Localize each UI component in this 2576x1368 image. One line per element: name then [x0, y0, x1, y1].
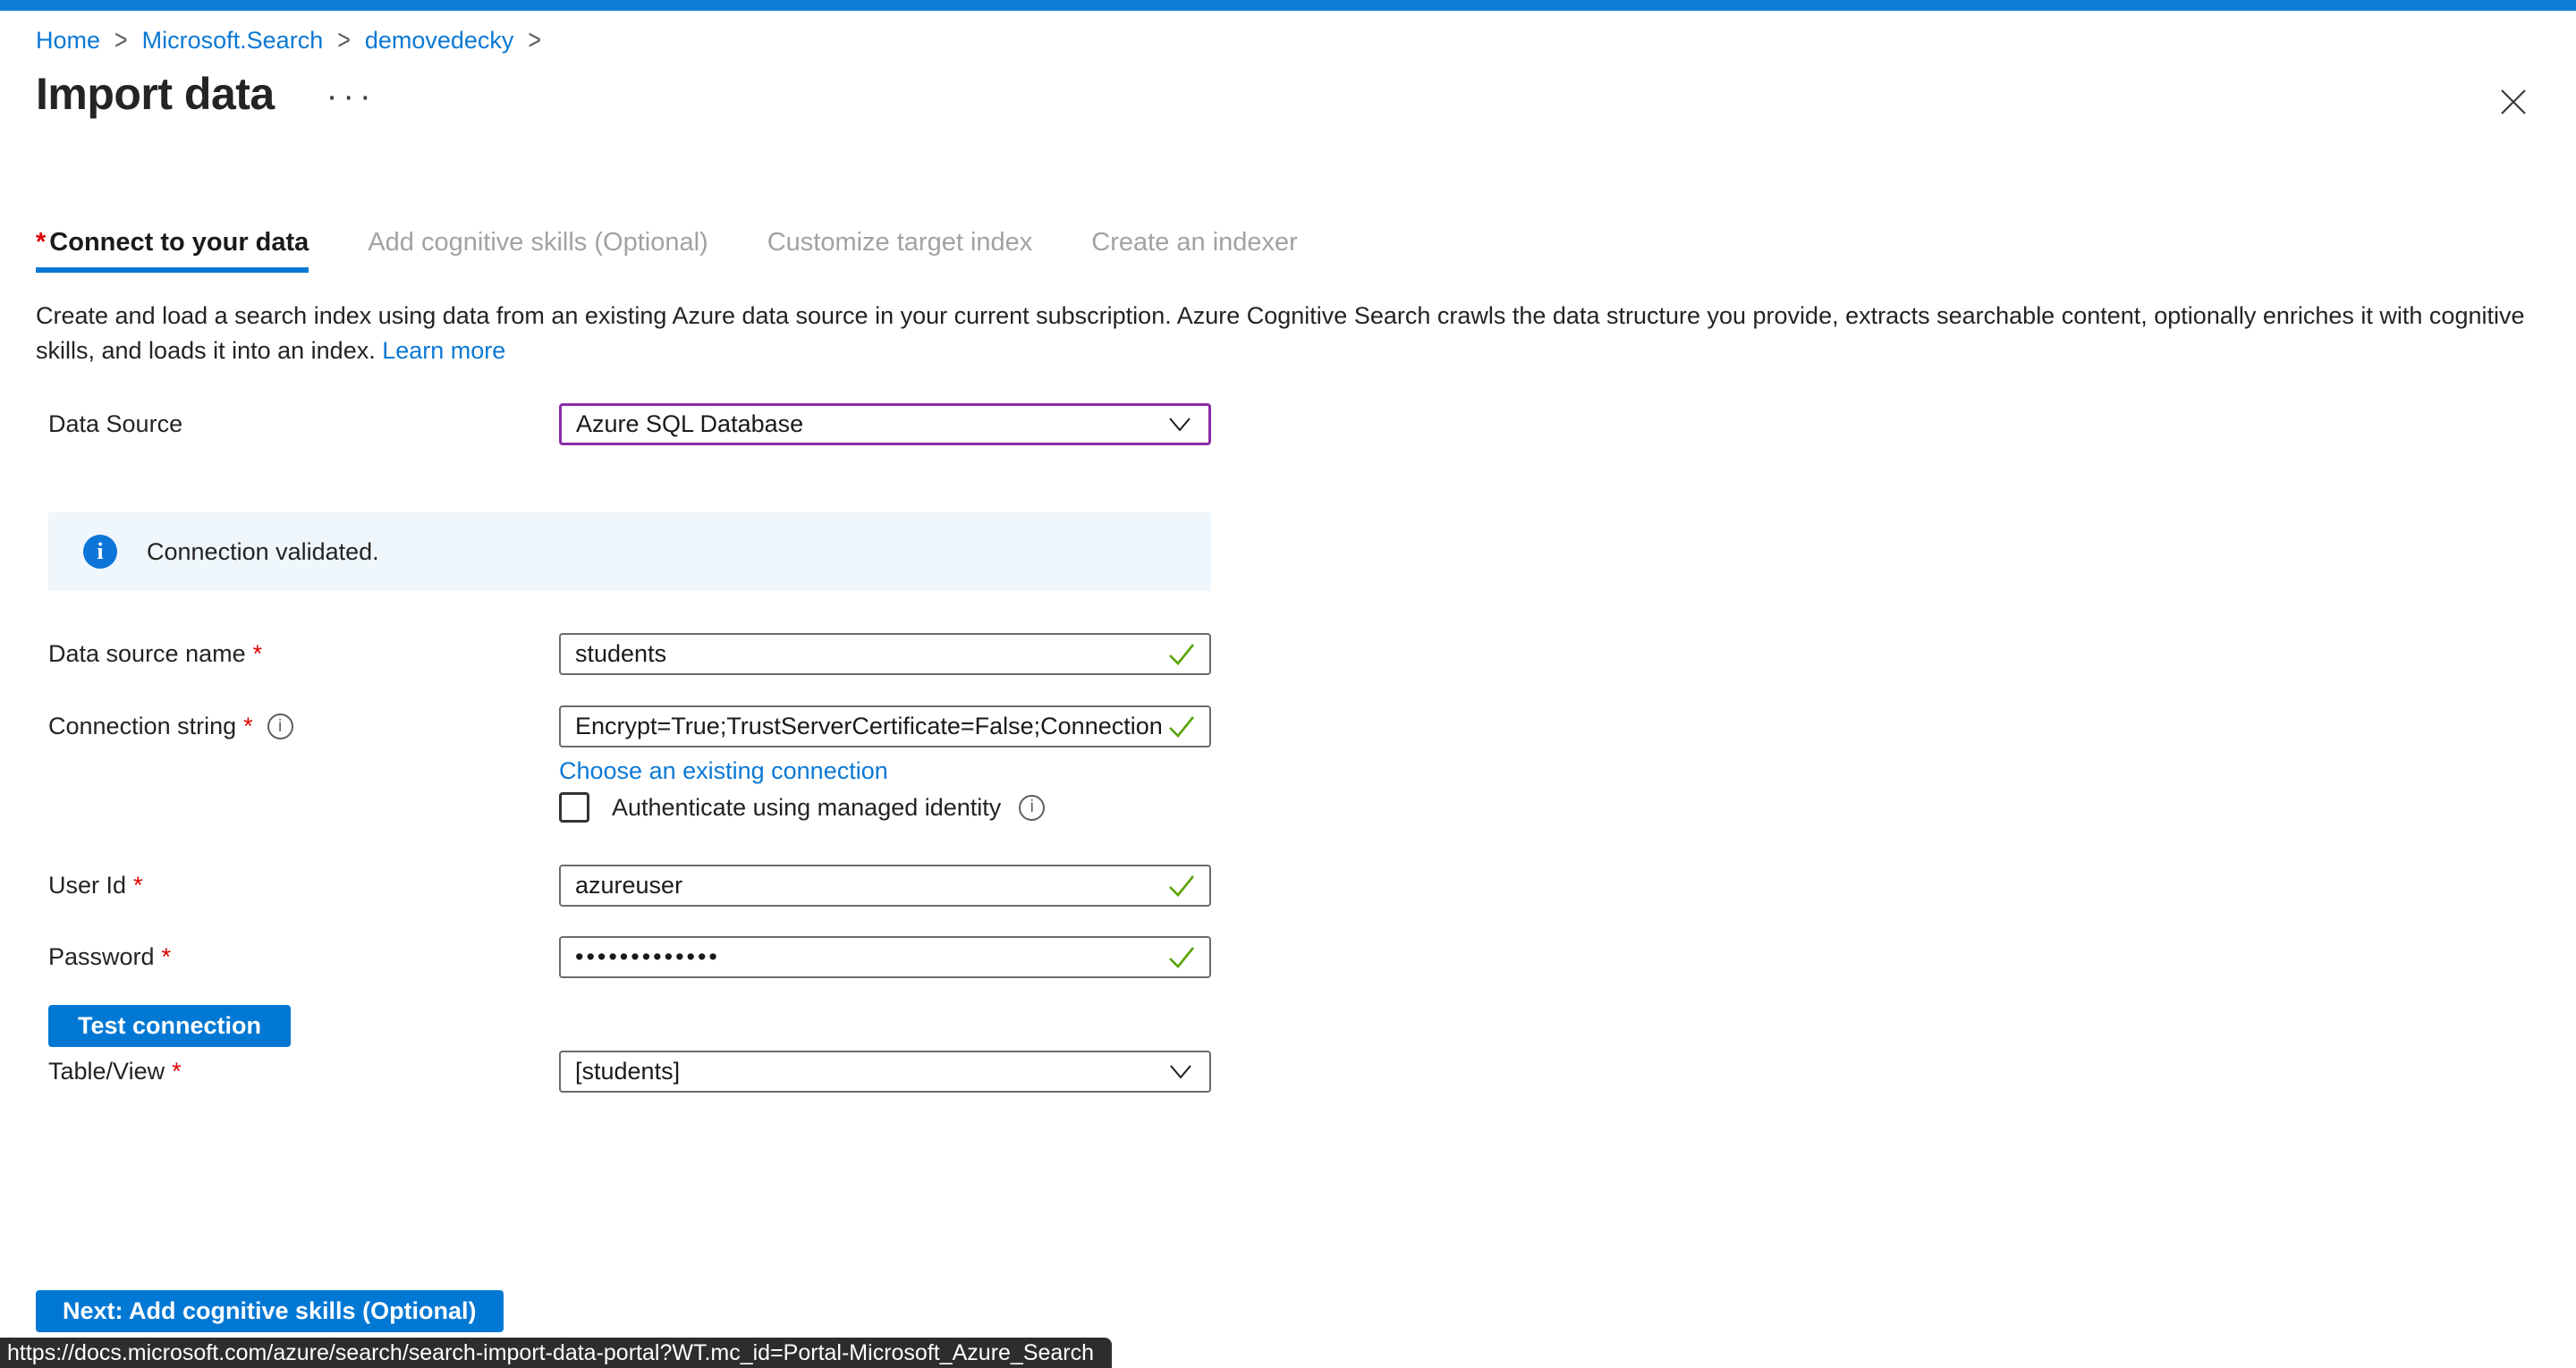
password-label: Password*	[48, 943, 559, 971]
tab-customize-target-index[interactable]: Customize target index	[767, 228, 1033, 273]
managed-identity-label: Authenticate using managed identity	[612, 794, 1001, 822]
data-source-name-label: Data source name*	[48, 640, 559, 668]
password-field	[559, 936, 1211, 978]
required-marker: *	[243, 713, 253, 740]
wizard-tabs: *Connect to your data Add cognitive skil…	[36, 228, 1357, 273]
valid-check-icon	[1166, 945, 1197, 970]
data-source-name-field	[559, 633, 1211, 675]
tab-connect-to-your-data[interactable]: *Connect to your data	[36, 228, 309, 273]
required-marker: *	[253, 640, 263, 668]
intro-description: Create and load a search index using dat…	[36, 299, 2540, 368]
connection-string-input[interactable]	[575, 713, 1165, 740]
table-view-row: Table/View* [students]	[48, 1051, 1211, 1093]
connection-validated-banner: i Connection validated.	[48, 512, 1211, 591]
tab-add-cognitive-skills[interactable]: Add cognitive skills (Optional)	[368, 228, 708, 273]
connection-string-row: Connection string* i	[48, 705, 1211, 747]
chevron-down-icon	[1168, 1063, 1193, 1081]
next-button[interactable]: Next: Add cognitive skills (Optional)	[36, 1290, 504, 1332]
chevron-right-icon: >	[114, 24, 128, 56]
chevron-right-icon: >	[528, 24, 541, 56]
table-view-dropdown[interactable]: [students]	[559, 1051, 1211, 1093]
tab-create-an-indexer[interactable]: Create an indexer	[1091, 228, 1298, 273]
banner-text: Connection validated.	[147, 538, 379, 566]
choose-existing-row: Choose an existing connection	[48, 757, 1211, 785]
table-view-label: Table/View*	[48, 1058, 559, 1085]
top-accent-bar	[0, 0, 2576, 11]
tab-label: Add cognitive skills (Optional)	[368, 228, 708, 257]
choose-existing-connection-link[interactable]: Choose an existing connection	[559, 757, 888, 784]
valid-check-icon	[1166, 874, 1197, 899]
data-source-label: Data Source	[48, 410, 559, 438]
more-menu-icon[interactable]: ···	[326, 82, 377, 106]
breadcrumb-microsoft-search[interactable]: Microsoft.Search	[142, 27, 324, 55]
tab-label: Connect to your data	[49, 228, 309, 257]
test-connection-button[interactable]: Test connection	[48, 1005, 291, 1047]
chevron-right-icon: >	[337, 24, 351, 56]
close-button[interactable]	[2494, 82, 2533, 122]
required-marker: *	[36, 228, 46, 257]
data-source-value: Azure SQL Database	[576, 410, 803, 438]
tab-label: Customize target index	[767, 228, 1033, 257]
info-icon: i	[83, 535, 117, 569]
connection-string-label: Connection string* i	[48, 713, 559, 740]
table-view-value: [students]	[575, 1058, 680, 1085]
user-id-label: User Id*	[48, 872, 559, 899]
tab-label: Create an indexer	[1091, 228, 1298, 257]
page-title: Import data	[36, 68, 275, 120]
valid-check-icon	[1166, 714, 1197, 739]
required-marker: *	[133, 872, 143, 899]
user-id-row: User Id*	[48, 865, 1211, 907]
info-icon[interactable]: i	[267, 714, 293, 739]
breadcrumb-home[interactable]: Home	[36, 27, 100, 55]
data-source-name-row: Data source name*	[48, 633, 1211, 675]
managed-identity-checkbox[interactable]	[559, 792, 589, 823]
data-source-row: Data Source Azure SQL Database	[48, 403, 1211, 445]
managed-identity-row: Authenticate using managed identity i	[48, 792, 1211, 823]
learn-more-link[interactable]: Learn more	[382, 337, 505, 364]
footer: Next: Add cognitive skills (Optional)	[36, 1290, 504, 1332]
connect-form: Data Source Azure SQL Database i Connect…	[48, 403, 1211, 1093]
status-url-text: https://docs.microsoft.com/azure/search/…	[7, 1340, 1094, 1366]
title-row: Import data ···	[36, 68, 377, 120]
breadcrumb: Home > Microsoft.Search > demovedecky >	[36, 27, 555, 55]
test-connection-row: Test connection	[48, 1005, 1211, 1047]
close-icon	[2498, 87, 2529, 117]
data-source-dropdown[interactable]: Azure SQL Database	[559, 403, 1211, 445]
valid-check-icon	[1166, 642, 1197, 667]
required-marker: *	[162, 943, 172, 971]
user-id-field	[559, 865, 1211, 907]
info-icon[interactable]: i	[1019, 795, 1045, 821]
status-url-tooltip: https://docs.microsoft.com/azure/search/…	[0, 1338, 1112, 1368]
password-row: Password*	[48, 936, 1211, 978]
chevron-down-icon	[1167, 416, 1192, 434]
data-source-name-input[interactable]	[575, 640, 1159, 668]
required-marker: *	[172, 1058, 182, 1085]
connection-string-field	[559, 705, 1211, 747]
user-id-input[interactable]	[575, 872, 1159, 899]
breadcrumb-demovedecky[interactable]: demovedecky	[365, 27, 514, 55]
password-input[interactable]	[575, 943, 1159, 971]
